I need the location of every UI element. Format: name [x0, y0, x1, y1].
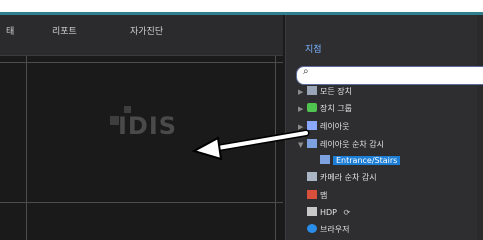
arrow-head	[191, 136, 223, 161]
arrow-shaft	[210, 131, 308, 151]
drag-arrow-annotation	[191, 129, 310, 161]
